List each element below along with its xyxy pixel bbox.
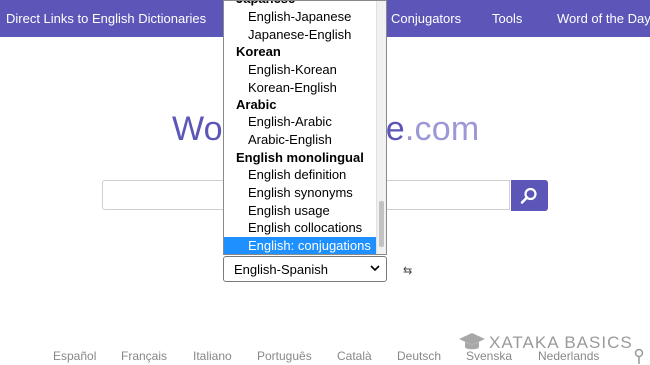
dropdown-option[interactable]: English-Korean: [224, 61, 378, 79]
dropdown-option[interactable]: Arabic-English: [224, 131, 378, 149]
dropdown-option[interactable]: Japanese-English: [224, 26, 378, 44]
dropdown-group-label: Arabic: [236, 97, 277, 112]
location-pin-icon: [634, 348, 644, 364]
dictionary-select[interactable]: English-Spanish: [223, 256, 387, 282]
logo-text-right-b: .com: [404, 110, 480, 148]
dropdown-option[interactable]: English synonyms: [224, 184, 378, 202]
dropdown-option[interactable]: English-Japanese: [224, 8, 378, 26]
language-link[interactable]: Italiano: [193, 349, 232, 363]
nav-tools[interactable]: Tools: [492, 11, 522, 26]
watermark-text: XATAKA BASICS: [489, 333, 633, 352]
dropdown-option[interactable]: English collocations: [224, 219, 378, 237]
dropdown-group-label: English monolingual: [236, 150, 364, 165]
logo-text-left: Wo: [172, 110, 223, 148]
nav-direct-links[interactable]: Direct Links to English Dictionaries: [6, 11, 206, 26]
logo-text-right-a: e: [385, 110, 405, 148]
dropdown-option[interactable]: English definition: [224, 166, 378, 184]
language-link[interactable]: Español: [53, 349, 96, 363]
language-link[interactable]: Français: [121, 349, 167, 363]
language-link[interactable]: Português: [257, 349, 312, 363]
search-button[interactable]: [511, 180, 548, 211]
graduation-cap-icon: [459, 333, 485, 350]
nav-word-of-the-day[interactable]: Word of the Day: [557, 11, 650, 26]
dropdown-group-label: Korean: [236, 44, 281, 59]
dictionary-select-value: English-Spanish: [234, 262, 328, 277]
search-icon: [520, 187, 537, 204]
language-link[interactable]: Deutsch: [397, 349, 441, 363]
dropdown-option[interactable]: English-Arabic: [224, 113, 378, 131]
chevron-down-icon: [370, 265, 380, 272]
nav-conjugators[interactable]: Conjugators: [391, 11, 461, 26]
dropdown-option[interactable]: English usage: [224, 202, 378, 220]
language-link[interactable]: Català: [337, 349, 372, 363]
dropdown-option[interactable]: English: conjugations: [224, 237, 378, 254]
dropdown-option[interactable]: Korean-English: [224, 79, 378, 97]
dropdown-scrollbar[interactable]: [376, 1, 386, 254]
swap-languages-icon[interactable]: ⇆: [403, 264, 412, 277]
dropdown-group-japanese: Japanese: [224, 1, 386, 8]
dropdown-scrollbar-thumb[interactable]: [379, 201, 384, 247]
dictionary-dropdown-list: Japanese English-JapaneseJapanese-Englis…: [223, 0, 387, 255]
